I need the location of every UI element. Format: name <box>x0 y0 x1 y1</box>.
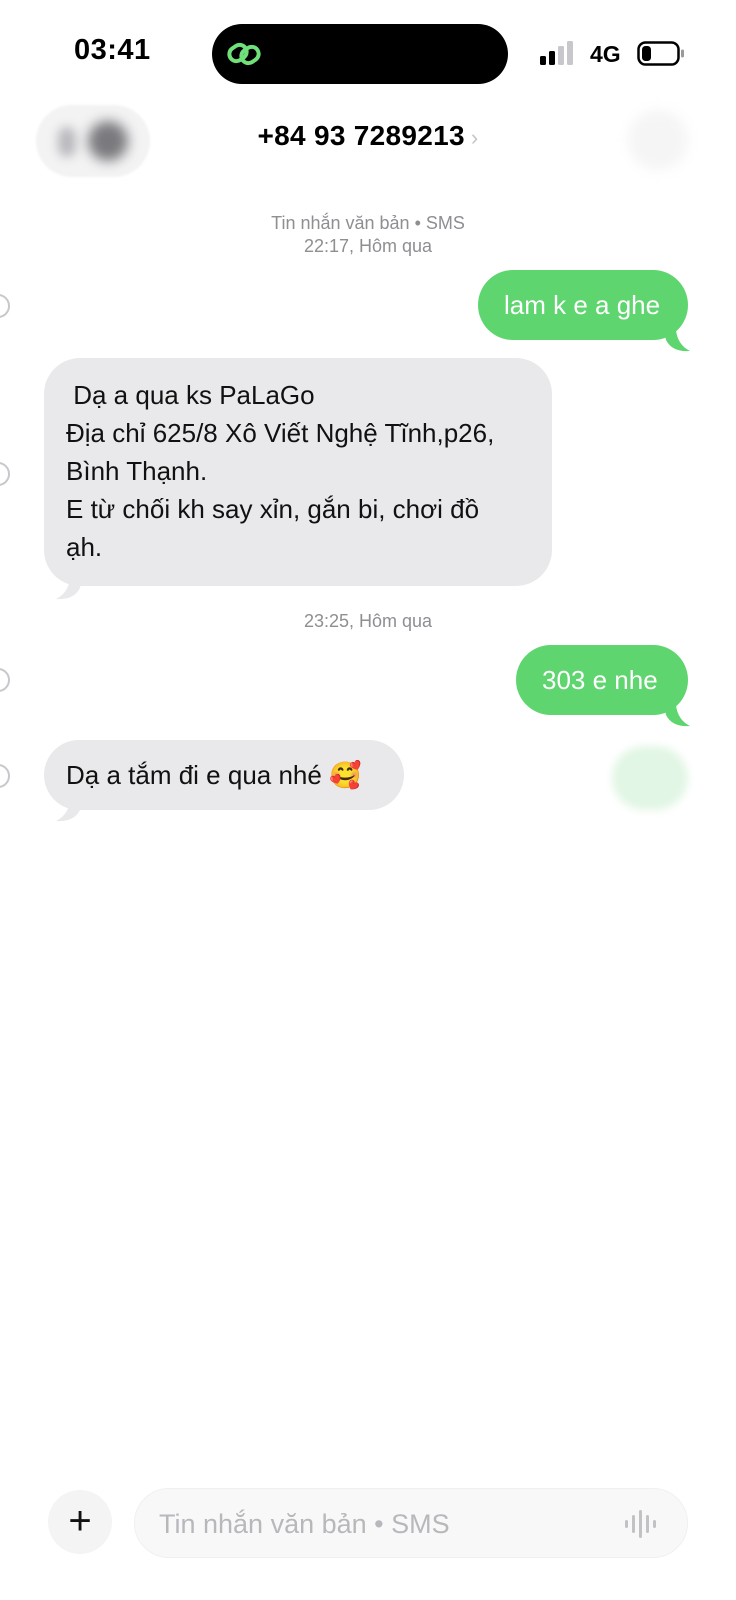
network-type: 4G <box>590 41 621 67</box>
add-attachment-button[interactable]: + <box>48 1490 112 1554</box>
message-type-label: Tin nhắn văn bản • SMS <box>271 213 465 233</box>
timestamp-header: Tin nhắn văn bản • SMS 22:17, Hôm qua <box>0 212 736 258</box>
waveform-icon[interactable] <box>623 1509 659 1539</box>
info-button[interactable] <box>628 110 688 170</box>
bubble-tail <box>664 705 690 727</box>
message-line: Dạ a qua ks PaLaGo <box>66 380 315 410</box>
dynamic-island <box>212 24 508 84</box>
message-input[interactable] <box>157 1499 601 1549</box>
timestamp-text: 23:25, Hôm qua <box>303 611 433 631</box>
timestamp-text: 22:17, Hôm qua <box>303 236 433 256</box>
message-bubble-incoming[interactable]: Dạ a qua ks PaLaGo Địa chỉ 625/8 Xô Viết… <box>44 358 552 586</box>
timestamp-header: 23:25, Hôm qua <box>0 610 736 633</box>
selection-circle[interactable] <box>0 764 10 788</box>
selection-circle[interactable] <box>0 294 10 318</box>
message-line: ạh. <box>66 532 103 562</box>
bubble-tail <box>56 800 82 822</box>
battery-icon <box>637 41 684 66</box>
signal-bars-icon <box>540 41 573 65</box>
bubble-tail <box>664 330 690 352</box>
message-line: Bình Thạnh. <box>66 456 208 486</box>
blurred-bubble <box>612 746 688 810</box>
contact-number: +84 93 7289213 <box>257 120 465 151</box>
message-line: Địa chỉ 625/8 Xô Viết Nghệ Tĩnh,p26, <box>66 418 495 448</box>
selection-circle[interactable] <box>0 668 10 692</box>
message-text: Dạ a tắm đi e qua nhé <box>66 760 322 790</box>
message-line: E từ chối kh say xỉn, gắn bi, chơi đồ <box>66 494 480 524</box>
message-bubble-outgoing[interactable]: 303 e nhe <box>516 645 688 715</box>
message-bubble-outgoing[interactable]: lam k e a ghe <box>478 270 688 340</box>
message-text: 303 e nhe <box>542 665 658 695</box>
chevron-right-icon: › <box>470 125 479 150</box>
bubble-tail <box>56 578 82 600</box>
link-icon <box>227 42 261 66</box>
message-text: lam k e a ghe <box>504 290 661 320</box>
message-bubble-incoming[interactable]: Dạ a tắm đi e qua nhé 🥰 <box>44 740 404 810</box>
status-time: 03:41 <box>74 34 151 66</box>
selection-circle[interactable] <box>0 462 10 486</box>
contact-title[interactable]: +84 93 7289213 › <box>0 120 736 152</box>
smiling-hearts-emoji: 🥰 <box>329 760 362 790</box>
composer-bar <box>134 1488 688 1558</box>
